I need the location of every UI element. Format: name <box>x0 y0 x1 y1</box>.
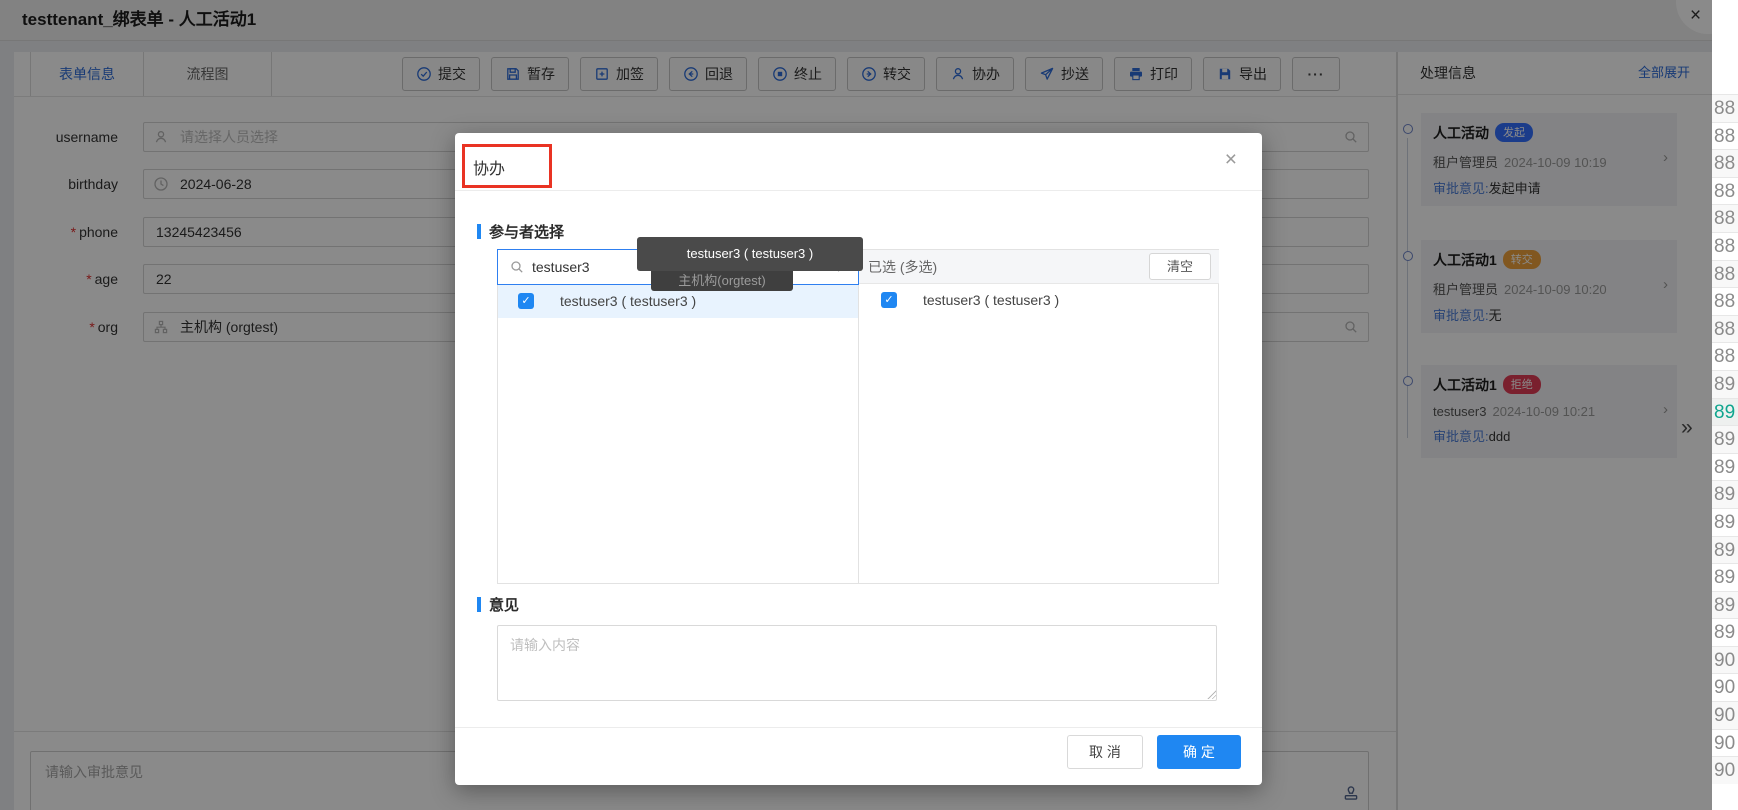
row-number: 88 <box>1712 342 1738 370</box>
background-window-strip: 88 88 88 88 88 88 88 88 88 88 89 89 <box>1712 0 1738 810</box>
row-number: 90 <box>1712 646 1738 674</box>
row-number: 88 <box>1712 94 1738 122</box>
selected-header-label: 已选 (多选) <box>868 250 937 284</box>
row-number: 89 <box>1712 398 1738 426</box>
row-number: 89 <box>1712 618 1738 646</box>
selected-participant-row[interactable]: ✓ testuser3 ( testuser3 ) <box>859 284 1219 317</box>
row-number: 88 <box>1712 149 1738 177</box>
row-number: 90 <box>1712 673 1738 701</box>
row-number: 88 <box>1712 232 1738 260</box>
row-number: 90 <box>1712 729 1738 757</box>
row-number: 88 <box>1712 177 1738 205</box>
opinion-section-title: 意见 <box>477 594 519 615</box>
row-number: 89 <box>1712 563 1738 591</box>
row-number: 89 <box>1712 591 1738 619</box>
row-number: 88 <box>1712 315 1738 343</box>
row-number: 89 <box>1712 536 1738 564</box>
row-number: 90 <box>1712 701 1738 729</box>
row-number-column: 88 88 88 88 88 88 88 88 88 88 89 89 <box>1712 94 1738 784</box>
checkbox-checked-icon[interactable]: ✓ <box>518 293 534 309</box>
row-number: 89 <box>1712 425 1738 453</box>
participant-source-list: ✓ testuser3 ( testuser3 ) <box>498 250 859 583</box>
row-number: 89 <box>1712 370 1738 398</box>
dialog-close-icon[interactable]: × <box>1225 148 1237 172</box>
divider <box>455 727 1262 728</box>
divider <box>455 190 1262 191</box>
section-accent-bar <box>477 597 481 612</box>
row-number: 89 <box>1712 508 1738 536</box>
row-number: 88 <box>1712 287 1738 315</box>
screenshot-stage: testtenant_绑表单 - 人工活动1 × 表单信息 流程图 提交 暂存 <box>0 0 1738 810</box>
clear-button[interactable]: 清空 <box>1149 253 1211 280</box>
selected-participant-label: testuser3 ( testuser3 ) <box>923 284 1059 317</box>
row-number: 88 <box>1712 260 1738 288</box>
row-number: 89 <box>1712 453 1738 481</box>
row-number: 90 <box>1712 756 1738 784</box>
selected-participants-list: 已选 (多选) 清空 ✓ testuser3 ( testuser3 ) <box>859 250 1219 583</box>
checkbox-checked-icon[interactable]: ✓ <box>881 292 897 308</box>
red-annotation-box <box>462 144 552 188</box>
opinion-textarea[interactable] <box>497 625 1217 701</box>
participants-section-title: 参与者选择 <box>477 221 564 242</box>
row-number: 88 <box>1712 122 1738 150</box>
co-assist-dialog: 协办 × 参与者选择 ✓ testuser3 ( testuser3 ) 已选 … <box>455 133 1262 785</box>
row-number: 88 <box>1712 204 1738 232</box>
participant-tooltip: testuser3 ( testuser3 ) <box>637 237 863 271</box>
row-number: 89 <box>1712 480 1738 508</box>
search-icon <box>509 259 525 280</box>
section-accent-bar <box>477 224 481 239</box>
selected-list-header: 已选 (多选) 清空 <box>859 250 1219 284</box>
cancel-button[interactable]: 取 消 <box>1067 735 1143 769</box>
participant-transfer: ✓ testuser3 ( testuser3 ) 已选 (多选) 清空 ✓ t… <box>497 249 1219 584</box>
confirm-button[interactable]: 确 定 <box>1157 735 1241 769</box>
